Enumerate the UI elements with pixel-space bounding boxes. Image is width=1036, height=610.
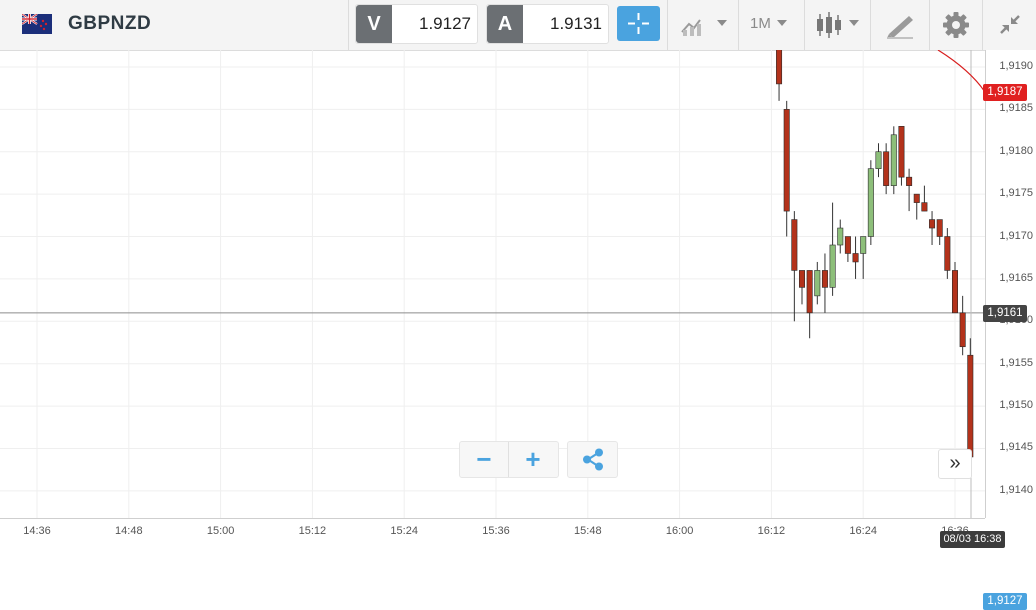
alert-price-badge: 1,9187 (983, 84, 1027, 102)
crosshair-icon (628, 13, 649, 34)
share-icon (583, 448, 603, 471)
time-tick-label: 16:12 (757, 525, 786, 537)
candle-down (959, 312, 966, 348)
candle-down (944, 236, 951, 271)
time-tick-label: 15:24 (390, 525, 418, 537)
toolbar-divider (348, 0, 349, 50)
time-tick-label: 15:12 (298, 525, 327, 537)
candle-up (814, 270, 821, 297)
candle-up (875, 151, 882, 169)
candle-down (791, 219, 798, 271)
price-tick-label: 1,9175 (999, 187, 1033, 200)
sell-price-button[interactable]: V 1.9127 (355, 4, 478, 44)
share-button[interactable] (567, 441, 618, 478)
candle-down (898, 126, 905, 178)
candle-down (806, 270, 813, 314)
timeframe-button[interactable]: 1M (739, 0, 804, 50)
candlestick-icon (817, 12, 841, 38)
candle-down (852, 253, 859, 263)
buy-price: 1.9131 (550, 14, 602, 33)
candle-down (798, 270, 805, 288)
sell-tag: V (356, 5, 392, 43)
settings-button[interactable] (930, 0, 982, 50)
current-price-badge: 1,9127 (983, 593, 1027, 610)
time-tick-label: 15:00 (206, 525, 235, 537)
price-tick-label: 1,9140 (999, 483, 1033, 496)
chart-type-button[interactable] (668, 0, 738, 50)
collapse-button[interactable] (983, 0, 1036, 50)
time-tick-label: 16:00 (665, 525, 694, 537)
price-tick-label: 1,9150 (999, 399, 1033, 412)
buy-tag: A (487, 5, 523, 43)
chevron-down-icon (717, 20, 727, 26)
crosshair-button[interactable] (617, 6, 660, 41)
candle-down (967, 354, 974, 458)
price-tick-label: 1,9145 (999, 441, 1033, 454)
time-axis-line (0, 518, 985, 519)
candle-up (837, 227, 844, 246)
candle-up (829, 244, 836, 288)
price-tick-label: 1,9190 (999, 59, 1033, 72)
candle-up (860, 236, 867, 254)
scroll-to-latest-button[interactable]: » (938, 449, 972, 479)
time-tick-label: 14:48 (115, 525, 143, 537)
drawing-tools-button[interactable] (871, 0, 929, 50)
sell-price: 1.9127 (419, 14, 471, 33)
alert-curve (937, 50, 985, 93)
time-tick-label: 15:48 (574, 525, 602, 537)
gear-icon (943, 12, 969, 38)
buy-price-button[interactable]: A 1.9131 (486, 4, 609, 44)
price-tick-label: 1,9170 (999, 229, 1033, 242)
candle-down (883, 151, 890, 186)
price-tick-label: 1,9155 (999, 356, 1033, 369)
candle-down (783, 109, 790, 212)
zoom-out-button[interactable]: − (460, 442, 508, 477)
candle-down (821, 270, 828, 288)
price-tick-label: 1,9165 (999, 271, 1033, 284)
price-tick-label: 1,9180 (999, 144, 1033, 157)
timeframe-label: 1M (750, 15, 771, 32)
time-tick-label: 15:36 (482, 525, 510, 537)
candle-down (776, 50, 783, 85)
drawing-tool-icon (887, 16, 913, 39)
instrument-symbol: GBPNZD (68, 13, 152, 34)
price-tick-label: 1,9185 (999, 102, 1033, 115)
candle-down (936, 219, 943, 237)
candle-down (921, 202, 928, 212)
collapse-icon (1000, 15, 1020, 34)
time-tick-label: 16:24 (849, 525, 877, 537)
candle-down (929, 219, 936, 229)
chevron-down-icon (777, 20, 787, 26)
candlestick-style-button[interactable] (805, 0, 870, 50)
candle-up (867, 168, 874, 237)
candle-down (913, 193, 920, 203)
zoom-controls: − + (459, 441, 559, 478)
chart-toolbar: GBPNZD V 1.9127 A 1.9131 1M (0, 0, 1036, 51)
candle-down (906, 176, 913, 186)
chart-type-icon (681, 19, 701, 36)
zoom-in-button[interactable]: + (509, 442, 557, 477)
uk-nz-flag-icon (22, 14, 52, 34)
price-axis[interactable]: 1,9190 1,9185 1,9180 1,9175 1,9170 1,9165 1,91… (985, 50, 1036, 518)
current-time-badge: 08/03 16:38 (940, 531, 1005, 548)
candle-down (951, 270, 958, 314)
candle-down (844, 236, 851, 254)
crosshair-price-badge: 1,9161 (983, 304, 1027, 322)
time-tick-label: 14:36 (23, 525, 51, 537)
candle-up (890, 134, 897, 186)
chevron-down-icon (849, 20, 859, 26)
